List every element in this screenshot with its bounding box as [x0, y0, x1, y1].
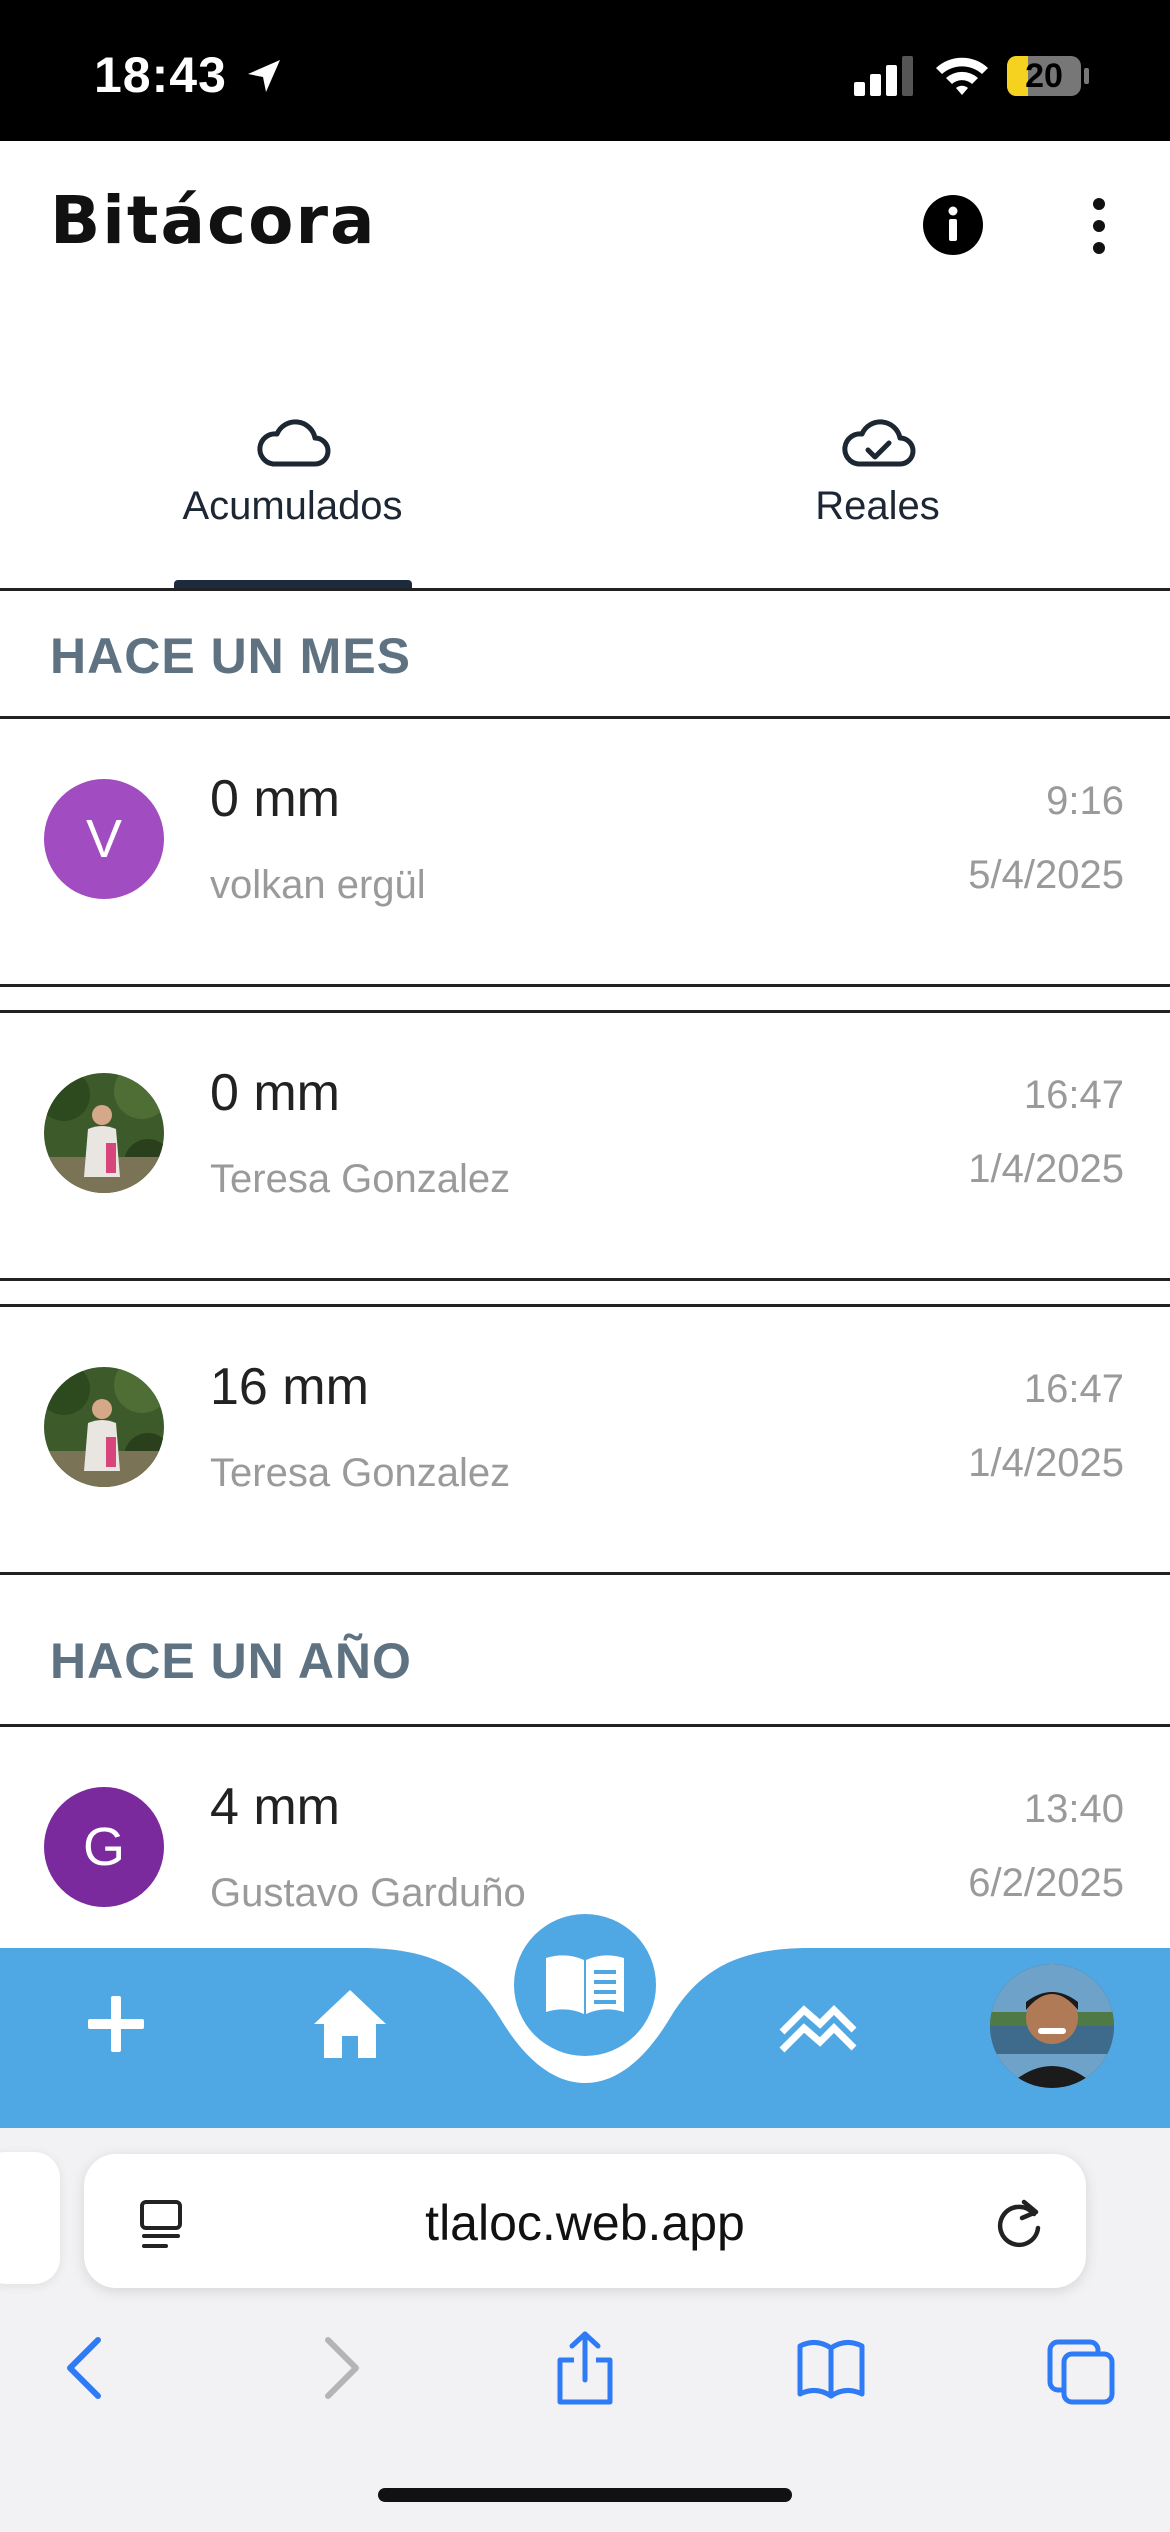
tab-reales[interactable]: Reales — [585, 400, 1170, 590]
entry-time: 16:47 — [1023, 1367, 1124, 1411]
entry-date: 6/2/2025 — [968, 1861, 1124, 1905]
back-icon[interactable] — [52, 2330, 122, 2406]
logbook-button[interactable] — [514, 1914, 656, 2056]
cellular-signal-icon — [854, 56, 913, 96]
trend-icon[interactable] — [776, 1992, 860, 2056]
cloud-check-icon — [841, 419, 915, 467]
bookmarks-icon[interactable] — [796, 2330, 866, 2406]
divider — [0, 1278, 1170, 1281]
list-item[interactable]: 0 mm Teresa Gonzalez 16:47 1/4/2025 — [0, 1013, 1170, 1279]
author-name: Teresa Gonzalez — [210, 1157, 511, 1201]
entry-time: 16:47 — [1023, 1073, 1124, 1117]
list-item[interactable]: V 0 mm volkan ergül 9:16 5/4/2025 — [0, 719, 1170, 985]
entry-date: 1/4/2025 — [968, 1441, 1124, 1485]
section-header: HACE UN MES — [0, 591, 1170, 717]
url-text: tlaloc.web.app — [425, 2195, 745, 2251]
tab-indicator — [174, 580, 412, 588]
avatar: V — [44, 779, 164, 899]
home-indicator — [378, 2488, 792, 2502]
more-options-icon[interactable] — [1082, 196, 1116, 256]
avatar — [44, 1367, 164, 1487]
book-icon — [546, 1955, 624, 2014]
share-icon[interactable] — [550, 2330, 620, 2406]
app-title: Bitácora — [50, 182, 377, 259]
section-header: HACE UN AÑO — [0, 1596, 1170, 1722]
browser-toolbar: tlaloc.web.app — [0, 2128, 1170, 2532]
entry-date: 5/4/2025 — [968, 853, 1124, 897]
entry-date: 1/4/2025 — [968, 1147, 1124, 1191]
author-name: volkan ergül — [210, 863, 426, 907]
status-bar: 18:43 20 — [0, 0, 1170, 141]
wifi-icon — [936, 57, 988, 95]
status-time: 18:43 — [94, 47, 227, 103]
reload-icon[interactable] — [990, 2192, 1048, 2254]
section-title: HACE UN MES — [50, 628, 412, 684]
location-arrow-icon — [248, 60, 280, 92]
author-name: Teresa Gonzalez — [210, 1451, 511, 1495]
forward-icon[interactable] — [304, 2330, 374, 2406]
avatar — [44, 1073, 164, 1193]
entry-time: 13:40 — [1023, 1787, 1124, 1831]
tab-acumulados[interactable]: Acumulados — [0, 400, 585, 590]
tab-label: Reales — [815, 484, 940, 528]
address-bar[interactable]: tlaloc.web.app — [84, 2154, 1086, 2288]
divider — [0, 984, 1170, 987]
list-item[interactable]: 16 mm Teresa Gonzalez 16:47 1/4/2025 — [0, 1307, 1170, 1573]
tabs-icon[interactable] — [1046, 2330, 1116, 2406]
rain-amount: 0 mm — [210, 1064, 340, 1122]
rain-amount: 0 mm — [210, 770, 340, 828]
tab-label: Acumulados — [182, 484, 403, 528]
entry-time: 9:16 — [1046, 779, 1124, 823]
add-icon[interactable] — [80, 1988, 152, 2060]
divider — [0, 1572, 1170, 1575]
previous-tab-preview[interactable] — [0, 2152, 60, 2284]
author-name: Gustavo Garduño — [210, 1871, 526, 1915]
section-title: HACE UN AÑO — [50, 1633, 412, 1689]
profile-avatar[interactable] — [990, 1964, 1114, 2088]
cloud-icon — [256, 419, 330, 467]
rain-amount: 4 mm — [210, 1778, 340, 1836]
rain-amount: 16 mm — [210, 1358, 369, 1416]
battery-level: 20 — [1025, 57, 1063, 95]
avatar: G — [44, 1787, 164, 1907]
home-icon[interactable] — [310, 1984, 390, 2064]
info-icon[interactable] — [922, 194, 984, 256]
bottom-navigation — [0, 1914, 1170, 2128]
